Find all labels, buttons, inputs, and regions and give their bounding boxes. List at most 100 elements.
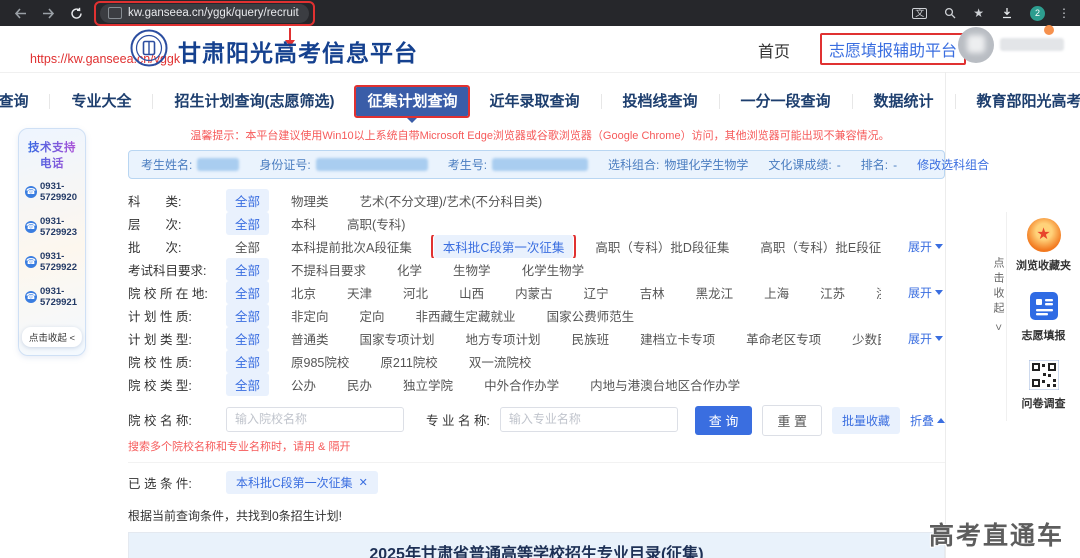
filter-option[interactable]: 艺术(不分文理)/艺术(不分科目类) <box>351 189 552 212</box>
filter-option[interactable]: 化学 <box>388 258 431 281</box>
nav-tab[interactable]: 征集计划查询 <box>356 87 468 116</box>
filter-option[interactable]: 物理类 <box>282 189 338 212</box>
filter-option[interactable]: 全部 <box>226 281 269 304</box>
batch-favorite-button[interactable]: 批量收藏 <box>832 407 900 434</box>
favorites-icon: ★ <box>1027 218 1061 252</box>
nav-tab[interactable]: 招生计划查询(志愿筛选) <box>153 94 356 109</box>
filter-option[interactable]: 非西藏生定藏就业 <box>407 304 525 327</box>
major-name-input[interactable] <box>500 407 678 432</box>
filter-option[interactable]: 不提科目要求 <box>282 258 375 281</box>
site-info-icon[interactable] <box>108 7 122 19</box>
filter-option[interactable]: 全部 <box>226 327 269 350</box>
filter-option[interactable]: 高职（专科）批E段征集 <box>751 235 881 258</box>
filter-option[interactable]: 全部 <box>226 189 269 212</box>
browser-menu-icon[interactable]: ⋮ <box>1058 7 1070 19</box>
nav-tab[interactable]: 投档线查询 <box>602 94 720 109</box>
nav-tab[interactable]: 院校查询 <box>0 94 50 109</box>
filter-option[interactable]: 民族班 <box>563 327 619 350</box>
filter-option[interactable]: 全部 <box>226 235 269 258</box>
filter-option[interactable]: 浙江 <box>867 281 881 304</box>
filter-option[interactable]: 少数民族紧缺人才培养专项 <box>843 327 881 350</box>
filter-option[interactable]: 全部 <box>226 373 269 396</box>
filter-option[interactable]: 中外合作办学 <box>475 373 568 396</box>
tool-item[interactable]: ★浏览收藏夹 <box>1016 218 1071 273</box>
filter-option[interactable]: 本科 <box>282 212 325 235</box>
filter-option[interactable]: 吉林 <box>631 281 674 304</box>
query-button[interactable]: 查 询 <box>695 406 753 435</box>
filter-option[interactable]: 本科提前批次A段征集 <box>282 235 421 258</box>
filter-option[interactable]: 双一流院校 <box>460 350 541 373</box>
filter-option[interactable]: 生物学 <box>444 258 500 281</box>
collapse-left-panel-button[interactable]: 点击收起 < <box>22 327 82 347</box>
profile-badge[interactable]: 2 <box>1030 6 1045 21</box>
filter-option[interactable]: 黑龙江 <box>687 281 743 304</box>
filter-options: 全部非定向定向非西藏生定藏就业国家公费师范生 <box>226 304 643 327</box>
filter-option[interactable]: 辽宁 <box>575 281 618 304</box>
filter-option[interactable]: 全部 <box>226 304 269 327</box>
filter-option[interactable]: 革命老区专项 <box>737 327 830 350</box>
filter-option[interactable]: 高职(专科) <box>338 212 414 235</box>
filter-option[interactable]: 天津 <box>338 281 381 304</box>
nav-tab[interactable]: 数据统计 <box>853 94 956 109</box>
nav-tab[interactable]: 专业大全 <box>50 94 153 109</box>
search-icon[interactable] <box>940 3 960 23</box>
expand-link[interactable]: 展开 <box>908 284 943 301</box>
collapse-right-panel-button[interactable]: 点击收起 > <box>990 257 1006 334</box>
back-icon[interactable] <box>10 3 30 23</box>
filter-option[interactable]: 内蒙古 <box>506 281 562 304</box>
filter-option[interactable]: 普通类 <box>282 327 338 350</box>
tech-support-panel: 技术支持电话 ☎0931-5729920☎0931-5729923☎0931-5… <box>18 128 86 356</box>
filter-option[interactable]: 民办 <box>338 373 381 396</box>
expand-link[interactable]: 展开 <box>908 330 943 347</box>
filter-option[interactable]: 定向 <box>351 304 394 327</box>
filter-options: 全部本科提前批次A段征集本科批C段第一次征集高职（专科）批D段征集高职（专科）批… <box>226 235 881 258</box>
nav-tab[interactable]: 一分一段查询 <box>720 94 853 109</box>
browser-toolbar: kw.ganseea.cn/yggk/query/recruit 文 ★ 2 ⋮ <box>0 0 1080 26</box>
student-field: 考生姓名: <box>141 156 239 173</box>
filter-option[interactable]: 原985院校 <box>282 350 358 373</box>
filter-option[interactable]: 建档立卡专项 <box>631 327 724 350</box>
filter-option[interactable]: 独立学院 <box>394 373 462 396</box>
nav-tab[interactable]: 近年录取查询 <box>468 94 601 109</box>
filter-option[interactable]: 国家专项计划 <box>351 327 444 350</box>
school-name-input[interactable] <box>226 407 404 432</box>
filter-option[interactable]: 全部 <box>226 212 269 235</box>
filter-option[interactable]: 山西 <box>450 281 493 304</box>
reload-icon[interactable] <box>66 3 86 23</box>
filter-options: 全部普通类国家专项计划地方专项计划民族班建档立卡专项革命老区专项少数民族紧缺人才… <box>226 327 881 350</box>
filter-option[interactable]: 非定向 <box>282 304 338 327</box>
expand-link[interactable]: 展开 <box>908 238 943 255</box>
tool-item[interactable]: 志愿填报 <box>1022 290 1066 343</box>
filter-option[interactable]: 化学生物学 <box>513 258 594 281</box>
nav-tab[interactable]: 教育部阳光高考平台 <box>956 94 1080 109</box>
filter-option[interactable]: 江苏 <box>811 281 854 304</box>
download-icon[interactable] <box>997 3 1017 23</box>
bookmark-star-icon[interactable]: ★ <box>973 7 984 19</box>
filter-option[interactable]: 内地与港澳台地区合作办学 <box>581 373 749 396</box>
translate-icon[interactable]: 文 <box>912 8 927 19</box>
filter-option[interactable]: 本科批C段第一次征集 <box>434 235 574 258</box>
filter-option[interactable]: 地方专项计划 <box>457 327 550 350</box>
user-avatar[interactable] <box>958 27 994 63</box>
filter-option[interactable]: 全部 <box>226 350 269 373</box>
fold-link[interactable]: 折叠 <box>910 412 945 429</box>
filter-option[interactable]: 上海 <box>755 281 798 304</box>
filter-option[interactable]: 国家公费师范生 <box>538 304 644 327</box>
filter-option[interactable]: 高职（专科）批D段征集 <box>586 235 738 258</box>
volunteer-assist-link[interactable]: 志愿填报辅助平台 <box>820 33 966 65</box>
filter-option[interactable]: 原211院校 <box>371 350 446 373</box>
filter-label: 计 划 性 质: <box>128 306 226 325</box>
tool-item[interactable]: 问卷调查 <box>1022 360 1066 411</box>
edit-subject-combo-link[interactable]: 修改选科组合 <box>917 156 989 173</box>
selected-condition-tag[interactable]: 本科批C段第一次征集✕ <box>226 471 378 494</box>
close-icon[interactable]: ✕ <box>359 476 368 489</box>
filter-option[interactable]: 北京 <box>282 281 325 304</box>
address-bar[interactable]: kw.ganseea.cn/yggk/query/recruit <box>100 4 309 23</box>
filter-option[interactable]: 公办 <box>282 373 325 396</box>
reset-button[interactable]: 重 置 <box>762 405 822 436</box>
home-link[interactable]: 首页 <box>758 38 790 62</box>
filter-option[interactable]: 河北 <box>394 281 437 304</box>
page-title: 甘肃阳光高考信息平台 <box>178 34 418 68</box>
forward-icon[interactable] <box>38 3 58 23</box>
filter-option[interactable]: 全部 <box>226 258 269 281</box>
